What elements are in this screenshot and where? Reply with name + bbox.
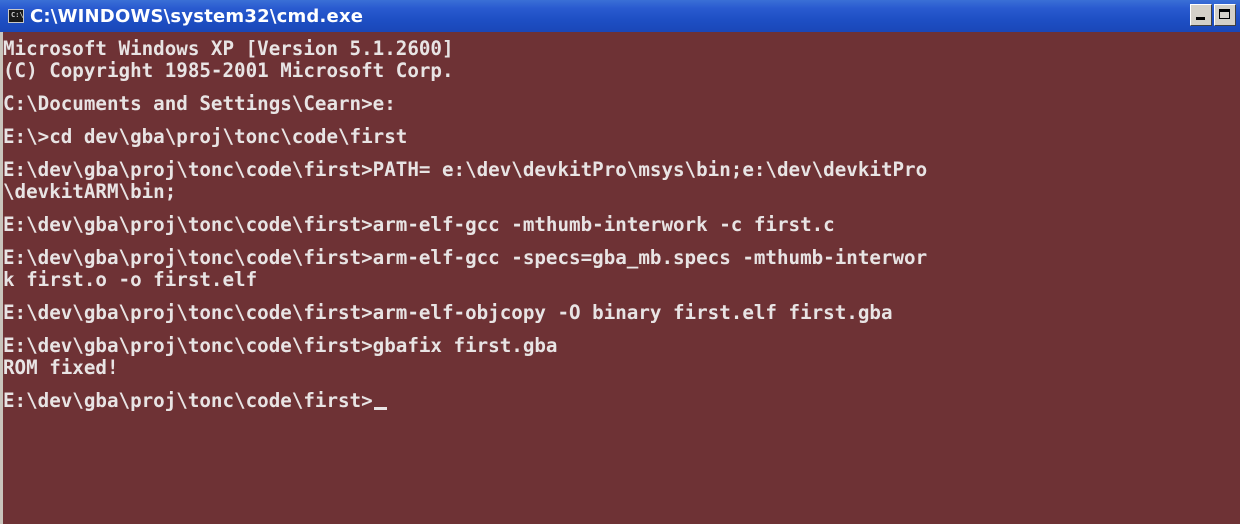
cmd-window: C:\ C:\WINDOWS\system32\cmd.exe Microsof… <box>0 0 1240 524</box>
maximize-button[interactable] <box>1214 4 1236 26</box>
console-line-text: E:\dev\gba\proj\tonc\code\first>arm-elf-… <box>3 246 928 269</box>
console-line: E:\dev\gba\proj\tonc\code\first>PATH= e:… <box>3 159 1240 181</box>
console-line-text: (C) Copyright 1985-2001 Microsoft Corp. <box>3 59 454 82</box>
console-line-text: ROM fixed! <box>3 356 119 379</box>
console-line: Microsoft Windows XP [Version 5.1.2600] <box>3 38 1240 60</box>
console-line-text: C:\Documents and Settings\Cearn>e: <box>3 92 396 115</box>
minimize-icon <box>1196 17 1205 20</box>
maximize-icon <box>1219 9 1230 19</box>
console-line: E:\dev\gba\proj\tonc\code\first>gbafix f… <box>3 335 1240 357</box>
console-line: ROM fixed! <box>3 357 1240 379</box>
console-line: E:\>cd dev\gba\proj\tonc\code\first <box>3 126 1240 148</box>
console-line-text: E:\>cd dev\gba\proj\tonc\code\first <box>3 125 408 148</box>
text-cursor <box>373 407 387 410</box>
console-line: E:\dev\gba\proj\tonc\code\first>arm-elf-… <box>3 214 1240 236</box>
console-line: E:\dev\gba\proj\tonc\code\first>arm-elf-… <box>3 302 1240 324</box>
console-line-text: E:\dev\gba\proj\tonc\code\first> <box>3 389 373 412</box>
minimize-button[interactable] <box>1190 4 1212 26</box>
console-line-text: Microsoft Windows XP [Version 5.1.2600] <box>3 37 454 60</box>
console-line: E:\dev\gba\proj\tonc\code\first>arm-elf-… <box>3 247 1240 269</box>
window-title: C:\WINDOWS\system32\cmd.exe <box>30 5 364 27</box>
cmd-icon[interactable]: C:\ <box>8 9 24 23</box>
console-line-text: \devkitARM\bin; <box>3 180 177 203</box>
console-line-text: E:\dev\gba\proj\tonc\code\first>PATH= e:… <box>3 158 928 181</box>
console-line-text: k first.o -o first.elf <box>3 268 258 291</box>
console-output[interactable]: Microsoft Windows XP [Version 5.1.2600](… <box>0 32 1240 524</box>
console-line: \devkitARM\bin; <box>3 181 1240 203</box>
title-bar[interactable]: C:\ C:\WINDOWS\system32\cmd.exe <box>0 0 1240 32</box>
console-line: k first.o -o first.elf <box>3 269 1240 291</box>
console-line-text: E:\dev\gba\proj\tonc\code\first>arm-elf-… <box>3 301 893 324</box>
cmd-icon-glyph: C:\ <box>11 11 24 19</box>
console-line-text: E:\dev\gba\proj\tonc\code\first>arm-elf-… <box>3 213 835 236</box>
console-line: C:\Documents and Settings\Cearn>e: <box>3 93 1240 115</box>
console-line: E:\dev\gba\proj\tonc\code\first> <box>3 390 1240 412</box>
console-line: (C) Copyright 1985-2001 Microsoft Corp. <box>3 60 1240 82</box>
window-controls <box>1190 4 1236 26</box>
console-line-text: E:\dev\gba\proj\tonc\code\first>gbafix f… <box>3 334 558 357</box>
